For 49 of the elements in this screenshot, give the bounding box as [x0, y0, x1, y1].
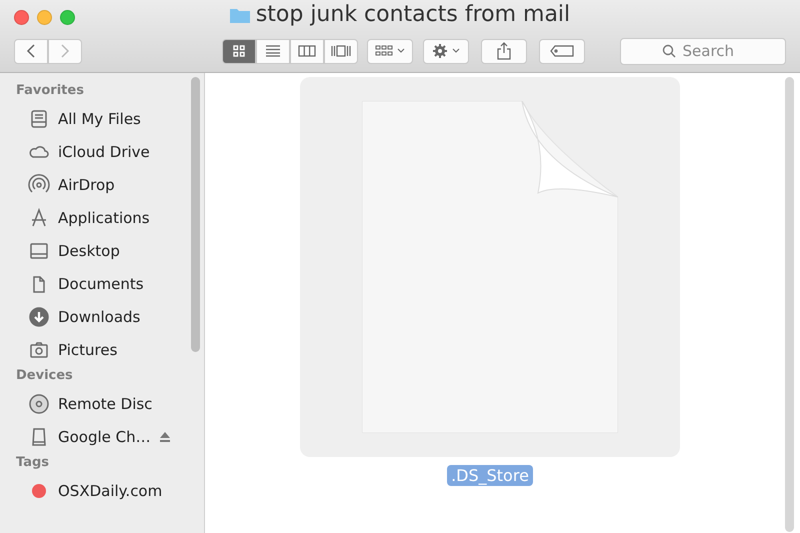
search-icon	[662, 44, 676, 58]
list-icon	[265, 45, 281, 57]
sidebar-item[interactable]: Desktop	[58, 242, 120, 260]
chevron-icon	[452, 48, 460, 54]
sidebar-item[interactable]: Applications	[58, 208, 150, 226]
sidebar-item[interactable]: Downloads	[58, 308, 140, 326]
search-input[interactable]: Search	[680, 41, 744, 61]
sidebar-item[interactable]: All My Files	[58, 110, 141, 128]
arrange-icon	[375, 45, 393, 57]
action-button[interactable]	[423, 38, 469, 64]
sidebar-item[interactable]: Remote Disc	[58, 394, 152, 412]
tag-icon	[550, 45, 574, 57]
back-icon	[26, 43, 36, 59]
sidebar-item[interactable]: iCloud Drive	[58, 142, 150, 160]
cover-flow-button[interactable]	[324, 38, 358, 64]
sidebar-heading: Tags	[16, 455, 50, 470]
share-button[interactable]	[481, 38, 527, 64]
column-view-button[interactable]	[290, 38, 324, 64]
sidebar-item[interactable]: Pictures	[58, 340, 118, 358]
download-icon	[28, 306, 50, 328]
share-icon	[497, 42, 511, 60]
document-icon	[362, 101, 618, 433]
search-field[interactable]: Search	[620, 38, 786, 64]
grid-icon	[233, 45, 245, 57]
scrollbar[interactable]	[191, 77, 200, 352]
file-tile[interactable]	[300, 77, 680, 457]
chevron-icon	[397, 48, 405, 54]
window-title: stop junk contacts from mail	[256, 2, 570, 27]
sidebar-heading: Devices	[16, 368, 74, 383]
sidebar-item[interactable]: AirDrop	[58, 176, 115, 194]
back-button[interactable]	[14, 38, 48, 64]
scrollbar[interactable]	[785, 77, 794, 532]
disc-icon	[28, 392, 50, 414]
gear-icon	[432, 43, 448, 59]
cover-flow-icon	[331, 45, 351, 57]
forward-icon	[60, 43, 70, 59]
folder-icon	[230, 6, 250, 22]
sidebar-item[interactable]: Documents	[58, 274, 144, 292]
close-button[interactable]	[14, 10, 29, 24]
sidebar-item[interactable]: OSXDaily.com	[58, 482, 162, 500]
airdrop-icon	[28, 174, 50, 196]
icon-view-button[interactable]	[222, 38, 256, 64]
eject-icon[interactable]	[158, 432, 171, 442]
list-view-button[interactable]	[256, 38, 290, 64]
tag-button[interactable]	[539, 38, 585, 64]
sidebar-item[interactable]: Google Ch…	[58, 428, 151, 446]
columns-icon	[298, 45, 316, 57]
sidebar-heading: Favorites	[16, 83, 85, 98]
arrange-button[interactable]	[367, 38, 413, 64]
